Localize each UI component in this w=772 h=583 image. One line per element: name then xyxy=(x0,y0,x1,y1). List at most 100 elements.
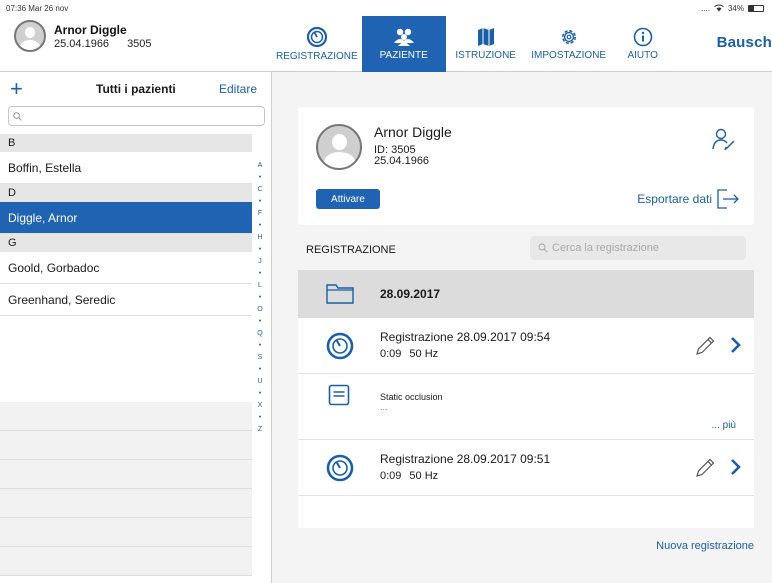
index-letter[interactable]: S xyxy=(258,352,263,364)
info-icon xyxy=(633,27,652,47)
patient-card: Arnor Diggle ID: 3505 25.04.1966 Attivar… xyxy=(298,107,754,225)
tab-istruzione[interactable]: ISTRUZIONE xyxy=(446,16,526,72)
tab-label: PAZIENTE xyxy=(379,50,428,61)
index-letter[interactable]: • xyxy=(259,196,261,208)
list-item-selected[interactable]: Diggle, Arnor xyxy=(0,202,252,234)
index-letter[interactable]: • xyxy=(259,172,261,184)
wifi-icon xyxy=(714,4,724,12)
current-patient-name: Arnor Diggle xyxy=(54,22,127,37)
alphabet-index[interactable]: A • C • F • H • J • L • O • Q • S • U • X • Z xyxy=(252,160,268,436)
index-letter[interactable]: • xyxy=(259,268,261,280)
avatar xyxy=(316,124,362,170)
recording-frequency: 50 Hz xyxy=(409,470,439,482)
chevron-right-icon[interactable] xyxy=(730,336,742,354)
section-header: B xyxy=(0,134,252,152)
chevron-right-icon[interactable] xyxy=(730,458,742,476)
current-patient-id: 3505 xyxy=(127,37,152,50)
patient-search-input[interactable] xyxy=(8,106,265,126)
folder-date: 28.09.2017 xyxy=(380,287,441,301)
sidebar-header: + Tutti i pazienti Editare xyxy=(0,72,271,106)
search-icon xyxy=(13,111,22,121)
recording-frequency: 50 Hz xyxy=(409,348,439,360)
recording-duration: 0:09 xyxy=(380,470,402,482)
current-patient-dob: 25.04.1966 xyxy=(54,37,110,50)
main-content: Arnor Diggle ID: 3505 25.04.1966 Attivar… xyxy=(272,72,772,583)
tab-paziente[interactable]: PAZIENTE xyxy=(361,16,446,72)
tab-label: REGISTRAZIONE xyxy=(276,51,358,62)
index-letter[interactable]: Q xyxy=(257,328,262,340)
index-letter[interactable]: • xyxy=(259,220,261,232)
search-icon xyxy=(538,243,548,253)
battery-icon xyxy=(748,4,764,12)
section-header: D xyxy=(0,184,252,202)
index-letter[interactable]: • xyxy=(259,340,261,352)
export-data-button[interactable]: Esportare dati xyxy=(637,189,740,209)
status-date: Mar 26 nov xyxy=(28,3,69,13)
tab-registrazione[interactable]: REGISTRAZIONE xyxy=(272,16,362,72)
main-tabs: REGISTRAZIONE PAZIENTE ISTRUZIONE IMPOST… xyxy=(272,16,674,72)
folder-row[interactable]: 28.09.2017 xyxy=(298,270,754,318)
map-icon xyxy=(477,28,494,46)
tab-impostazione[interactable]: IMPOSTAZIONE xyxy=(526,16,612,72)
recordings-list: 28.09.2017 Registrazione 28.09.2017 09:5… xyxy=(298,270,754,528)
gauge-icon xyxy=(326,332,354,360)
list-item[interactable]: Greenhand, Seredic xyxy=(0,284,252,316)
index-letter[interactable]: • xyxy=(259,316,261,328)
activate-button[interactable]: Attivare xyxy=(316,189,380,209)
list-item[interactable]: Boffin, Estella xyxy=(0,152,252,184)
empty-list-area xyxy=(0,402,252,576)
index-letter[interactable]: A xyxy=(258,160,263,172)
sidebar-title: Tutti i pazienti xyxy=(96,82,176,96)
status-bar: 07:36 Mar 26 nov .... 34% xyxy=(0,0,772,16)
user-edit-icon[interactable] xyxy=(712,127,736,151)
top-bar: Arnor Diggle 25.04.1966 3505 REGISTRAZION… xyxy=(0,16,772,72)
note-icon xyxy=(328,384,350,406)
export-icon xyxy=(717,189,739,209)
list-item[interactable]: Goold, Gorbadoc xyxy=(0,252,252,284)
current-patient-header[interactable]: Arnor Diggle 25.04.1966 3505 xyxy=(14,20,170,52)
gauge-icon xyxy=(326,454,354,482)
index-letter[interactable]: H xyxy=(257,232,262,244)
index-letter[interactable]: • xyxy=(259,388,261,400)
recording-title: Registrazione 28.09.2017 09:54 xyxy=(380,330,551,344)
recording-item[interactable]: Registrazione 28.09.2017 09:54 0:09 50 Hz xyxy=(298,318,754,374)
status-time: 07:36 xyxy=(6,3,27,13)
recording-item[interactable]: Registrazione 28.09.2017 09:51 0:09 50 Hz xyxy=(298,440,754,496)
index-letter[interactable]: O xyxy=(257,304,262,316)
index-letter[interactable]: • xyxy=(259,244,261,256)
new-recording-button[interactable]: Nuova registrazione xyxy=(656,540,754,552)
note-item[interactable]: Static occlusion ... ... più xyxy=(298,376,754,440)
patient-list: B Boffin, Estella D Diggle, Arnor G Gool… xyxy=(0,134,252,316)
recordings-title: REGISTRAZIONE xyxy=(306,244,396,256)
folder-icon xyxy=(326,284,354,304)
pencil-icon[interactable] xyxy=(694,335,716,357)
note-detail: ... xyxy=(380,402,388,412)
signal-dots: .... xyxy=(701,3,710,13)
recording-search-input[interactable]: Cerca la registrazione xyxy=(530,236,746,260)
patient-sidebar: + Tutti i pazienti Editare B Boffin, Est… xyxy=(0,72,272,583)
pencil-icon[interactable] xyxy=(694,457,716,479)
battery-fill xyxy=(749,5,754,11)
patient-dob: 25.04.1966 xyxy=(374,155,430,167)
tab-label: AIUTO xyxy=(627,50,658,61)
edit-button[interactable]: Editare xyxy=(219,82,257,96)
index-letter[interactable]: • xyxy=(259,292,261,304)
more-link[interactable]: ... più xyxy=(712,420,736,431)
index-letter[interactable]: F xyxy=(258,208,262,220)
add-patient-button[interactable]: + xyxy=(10,78,23,100)
index-letter[interactable]: C xyxy=(257,184,262,196)
tab-aiuto[interactable]: AIUTO xyxy=(612,16,674,72)
index-letter[interactable]: • xyxy=(259,364,261,376)
index-letter[interactable]: X xyxy=(258,400,263,412)
index-letter[interactable]: J xyxy=(258,256,262,268)
battery-percent: 34% xyxy=(727,3,744,13)
index-letter[interactable]: L xyxy=(258,280,262,292)
people-icon xyxy=(393,28,414,46)
index-letter[interactable]: • xyxy=(259,412,261,424)
recording-search-placeholder: Cerca la registrazione xyxy=(552,242,659,254)
recording-duration: 0:09 xyxy=(380,348,402,360)
index-letter[interactable]: U xyxy=(257,376,262,388)
brand-logo: Bausch xyxy=(716,34,772,51)
index-letter[interactable]: Z xyxy=(258,424,262,436)
tab-label: ISTRUZIONE xyxy=(455,50,516,61)
